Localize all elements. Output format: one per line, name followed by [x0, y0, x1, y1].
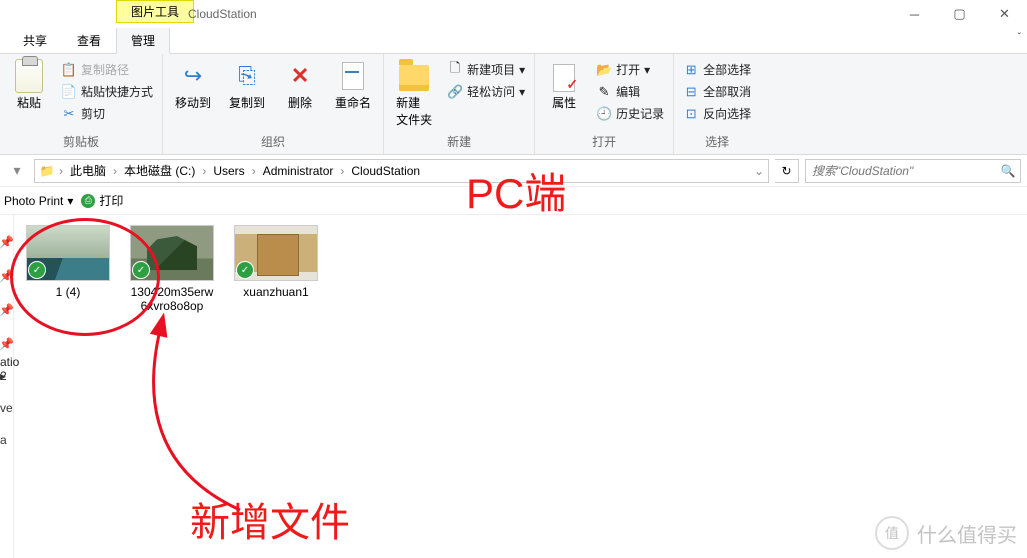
edit-icon: ✎: [596, 84, 612, 100]
window-title: CloudStation: [188, 7, 257, 21]
file-item[interactable]: ✓ 1 (4): [24, 225, 112, 299]
sync-ok-icon: ✓: [29, 262, 45, 278]
path-icon: 📋: [61, 62, 77, 78]
annotation-pc-label: PC端: [466, 160, 566, 221]
ribbon-group-clipboard: 粘贴 📋复制路径 📄粘贴快捷方式 ✂剪切 剪贴板: [0, 54, 163, 154]
tab-share[interactable]: 共享: [8, 27, 62, 53]
paste-shortcut-button[interactable]: 📄粘贴快捷方式: [58, 82, 156, 101]
breadcrumb-seg[interactable]: Users: [208, 162, 249, 180]
new-item-icon: 🗋: [447, 62, 463, 78]
copy-path-button[interactable]: 📋复制路径: [58, 60, 156, 79]
file-name: 1 (4): [56, 285, 81, 299]
ribbon-collapse-icon[interactable]: ˇ: [1018, 32, 1021, 43]
delete-icon: ✕: [284, 60, 316, 92]
edit-button[interactable]: ✎编辑: [593, 82, 667, 101]
open-icon: 📂: [596, 62, 612, 78]
print-icon: ⎙: [81, 194, 95, 208]
select-all-button[interactable]: ⊞全部选择: [680, 60, 754, 79]
group-label-select: 选择: [680, 131, 754, 152]
thumbnail: ✓: [130, 225, 214, 281]
clipboard-icon: [13, 60, 45, 92]
thumbnail: ✓: [234, 225, 318, 281]
easy-access-button[interactable]: 🔗轻松访问 ▾: [444, 82, 528, 101]
title-bar: 图片工具 CloudStation ─ ▢ ✕: [0, 0, 1027, 28]
delete-button[interactable]: ✕删除: [277, 58, 323, 113]
maximize-button[interactable]: ▢: [937, 0, 982, 28]
new-item-button[interactable]: 🗋新建项目 ▾: [444, 60, 528, 79]
search-input[interactable]: [806, 164, 996, 178]
cut-button[interactable]: ✂剪切: [58, 104, 156, 123]
paste-button[interactable]: 粘贴: [6, 58, 52, 113]
group-label-organize: 组织: [169, 131, 377, 152]
folder-small-icon: 📁: [37, 161, 57, 181]
group-label-new: 新建: [390, 131, 528, 152]
search-icon[interactable]: 🔍: [996, 164, 1020, 178]
move-icon: ↪: [177, 60, 209, 92]
minimize-button[interactable]: ─: [892, 0, 937, 28]
copy-icon: ⎘: [231, 60, 263, 92]
history-icon: 🕘: [596, 106, 612, 122]
refresh-button[interactable]: ↻: [775, 159, 799, 183]
properties-icon: [548, 60, 580, 92]
thumbnail: ✓: [26, 225, 110, 281]
file-item[interactable]: ✓ 130420m35erw6xvro8o8op: [128, 225, 216, 313]
select-none-button[interactable]: ⊟全部取消: [680, 82, 754, 101]
history-button[interactable]: 🕘历史记录: [593, 104, 667, 123]
tab-view[interactable]: 查看: [62, 27, 116, 53]
scissors-icon: ✂: [61, 106, 77, 122]
pin-icon: 📌: [0, 337, 14, 351]
ribbon: 粘贴 📋复制路径 📄粘贴快捷方式 ✂剪切 剪贴板 ↪移动到 ⎘复制到 ✕删除 重…: [0, 54, 1027, 155]
file-grid[interactable]: ✓ 1 (4) ✓ 130420m35erw6xvro8o8op ✓ xuanz…: [14, 215, 1027, 558]
new-folder-button[interactable]: 新建 文件夹: [390, 58, 438, 130]
ribbon-group-select: ⊞全部选择 ⊟全部取消 ⊡反向选择 选择: [674, 54, 760, 154]
breadcrumb-seg[interactable]: Administrator: [258, 162, 339, 180]
easy-access-icon: 🔗: [447, 84, 463, 100]
watermark: 值 什么值得买: [875, 516, 1017, 550]
pin-icon: 📌: [0, 269, 14, 283]
folder-icon: [398, 60, 430, 92]
invert-selection-button[interactable]: ⊡反向选择: [680, 104, 754, 123]
refresh-icon: ↻: [781, 164, 791, 178]
sync-ok-icon: ✓: [133, 262, 149, 278]
breadcrumb-seg[interactable]: 本地磁盘 (C:): [119, 160, 200, 181]
group-label-clipboard: 剪贴板: [6, 131, 156, 152]
copy-to-button[interactable]: ⎘复制到: [223, 58, 271, 113]
invert-icon: ⊡: [683, 106, 699, 122]
breadcrumb-seg[interactable]: 此电脑: [65, 160, 111, 181]
sync-ok-icon: ✓: [237, 262, 253, 278]
content-area: 📌 📌 📌 📌 atio 2 ✓ 1 (4) ✓ 130420m35erw6xv…: [0, 215, 1027, 558]
breadcrumb[interactable]: 📁 › 此电脑› 本地磁盘 (C:)› Users› Administrator…: [34, 159, 769, 183]
annotation-newfile-label: 新增文件: [190, 490, 350, 548]
ribbon-group-new: 新建 文件夹 🗋新建项目 ▾ 🔗轻松访问 ▾ 新建: [384, 54, 535, 154]
ribbon-group-organize: ↪移动到 ⎘复制到 ✕删除 重命名 组织: [163, 54, 384, 154]
ribbon-group-open: 属性 📂打开 ▾ ✎编辑 🕘历史记录 打开: [535, 54, 674, 154]
move-to-button[interactable]: ↪移动到: [169, 58, 217, 113]
properties-button[interactable]: 属性: [541, 58, 587, 113]
breadcrumb-seg[interactable]: CloudStation: [346, 162, 425, 180]
file-name: xuanzhuan1: [243, 285, 308, 299]
pin-icon: 📌: [0, 235, 14, 249]
search-box[interactable]: 🔍: [805, 159, 1021, 183]
group-label-open: 打开: [541, 131, 667, 152]
tab-manage[interactable]: 管理: [116, 27, 170, 54]
select-all-icon: ⊞: [683, 62, 699, 78]
ribbon-tabs: 共享 查看 管理: [0, 28, 1027, 54]
close-button[interactable]: ✕: [982, 0, 1027, 28]
file-name: 130420m35erw6xvro8o8op: [128, 285, 216, 313]
print-button[interactable]: ⎙打印: [81, 192, 123, 209]
watermark-badge-icon: 值: [875, 516, 909, 550]
pin-icon: 📌: [0, 303, 14, 317]
history-dropdown[interactable]: ▾: [6, 160, 28, 182]
open-button[interactable]: 📂打开 ▾: [593, 60, 667, 79]
select-none-icon: ⊟: [683, 84, 699, 100]
side-text-fragments: ▸ ve a: [0, 360, 13, 528]
file-item[interactable]: ✓ xuanzhuan1: [232, 225, 320, 299]
shortcut-icon: 📄: [61, 84, 77, 100]
contextual-tab[interactable]: 图片工具: [116, 0, 194, 23]
watermark-text: 什么值得买: [917, 519, 1017, 548]
photo-print-dropdown[interactable]: Photo Print ▾: [4, 194, 73, 208]
rename-icon: [337, 60, 369, 92]
breadcrumb-dropdown-icon[interactable]: ⌄: [752, 164, 766, 178]
rename-button[interactable]: 重命名: [329, 58, 377, 113]
